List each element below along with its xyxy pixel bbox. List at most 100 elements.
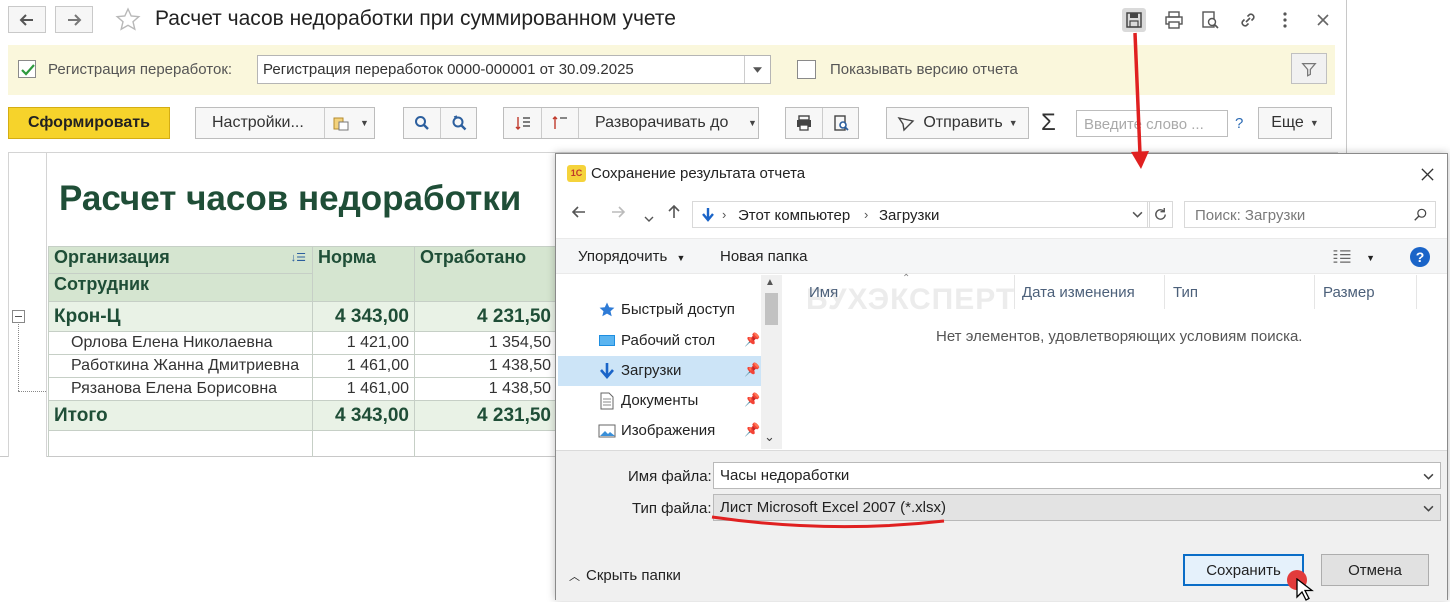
scroll-down-icon[interactable]: ⌄: [764, 429, 775, 445]
expand-to-button[interactable]: Разворачивать до: [595, 114, 728, 132]
back-button[interactable]: [8, 6, 46, 33]
close-icon: [1421, 168, 1434, 181]
column-date[interactable]: Дата изменения: [1022, 284, 1135, 301]
preview-button[interactable]: [823, 108, 859, 138]
tree-line: [18, 391, 46, 392]
file-name-input[interactable]: Часы недоработки: [713, 462, 1441, 489]
table-row[interactable]: Рязанова Елена Борисовна 1 461,00 1 438,…: [48, 377, 557, 401]
dialog-help-button[interactable]: ?: [1410, 247, 1430, 267]
address-bar[interactable]: › Этот компьютер › Загрузки: [692, 201, 1150, 228]
hide-folders-label: Скрыть папки: [586, 567, 681, 584]
chevron-down-icon[interactable]: [1132, 211, 1143, 218]
forward-button[interactable]: [55, 6, 93, 33]
list-view-icon: [1333, 250, 1351, 263]
print-icon-button[interactable]: [1162, 8, 1186, 32]
nav-item-images[interactable]: Изображения 📌: [558, 416, 761, 446]
table-row[interactable]: Работкина Жанна Дмитриевна 1 461,00 1 43…: [48, 354, 557, 378]
nav-item-desktop[interactable]: Рабочий стол 📌: [558, 326, 761, 356]
image-icon: [598, 424, 616, 438]
organize-menu[interactable]: Упорядочить ▼: [578, 248, 685, 265]
report-search-input[interactable]: Введите слово ...: [1076, 110, 1228, 137]
collapse-group-toggle[interactable]: [12, 310, 25, 323]
window-titlebar: Расчет часов недоработки при суммированн…: [0, 0, 1347, 40]
chevron-down-icon[interactable]: [1423, 505, 1434, 512]
header-org[interactable]: Организация ↓☰: [48, 246, 313, 274]
find-button[interactable]: [404, 108, 440, 138]
close-window-button[interactable]: [1311, 8, 1335, 32]
settings-button[interactable]: Настройки...: [212, 114, 304, 132]
recent-locations-button[interactable]: [644, 207, 654, 227]
up-button[interactable]: [666, 204, 682, 225]
dialog-close-button[interactable]: [1420, 162, 1435, 188]
show-version-checkbox[interactable]: [797, 60, 816, 79]
filter-button[interactable]: [1291, 53, 1327, 84]
more-button[interactable]: Еще ▼: [1258, 107, 1332, 139]
nav-item-quick-access[interactable]: Быстрый доступ: [558, 295, 761, 325]
table-row[interactable]: Орлова Елена Николаевна 1 421,00 1 354,5…: [48, 331, 557, 355]
separator: [578, 108, 579, 138]
find-next-button[interactable]: [441, 108, 477, 138]
registration-field[interactable]: Регистрация переработок 0000-000001 от 3…: [257, 55, 771, 84]
nav-item-downloads[interactable]: Загрузки 📌: [558, 356, 761, 386]
link-icon: [1241, 13, 1255, 27]
save-button[interactable]: Сохранить: [1183, 554, 1304, 586]
column-size[interactable]: Размер: [1323, 284, 1375, 301]
breadcrumb-chevron-icon: ›: [864, 207, 869, 222]
view-options-button[interactable]: ▼: [1332, 249, 1375, 268]
sort-ascending-icon: ⌃: [902, 273, 911, 284]
expand-icon: [552, 116, 567, 129]
variants-icon[interactable]: [332, 114, 350, 132]
refresh-button[interactable]: [1147, 201, 1173, 228]
group-row[interactable]: Крон-Ц 4 343,00 4 231,50: [48, 301, 557, 332]
column-separator: [1164, 275, 1165, 309]
generate-button[interactable]: Сформировать: [8, 107, 170, 139]
dialog-command-bar: Упорядочить ▼ Новая папка ▼ ?: [556, 238, 1447, 274]
more-label: Еще: [1271, 114, 1304, 131]
more-menu-button[interactable]: [1273, 8, 1297, 32]
registration-checkbox[interactable]: [18, 60, 36, 78]
dialog-search-input[interactable]: Поиск: Загрузки: [1184, 201, 1436, 228]
link-icon-button[interactable]: [1236, 8, 1260, 32]
breadcrumb-downloads[interactable]: Загрузки: [879, 207, 939, 224]
nav-item-label: Быстрый доступ: [621, 301, 735, 318]
nav-item-label: Загрузки: [621, 362, 682, 379]
navigation-pane: Быстрый доступ Рабочий стол 📌 Загрузки 📌…: [556, 275, 782, 449]
scroll-thumb[interactable]: [765, 293, 778, 325]
chevron-down-icon[interactable]: [1423, 473, 1434, 480]
empty-row: [48, 430, 557, 457]
breadcrumb-this-pc[interactable]: Этот компьютер: [738, 207, 850, 224]
file-type-select[interactable]: Лист Microsoft Excel 2007 (*.xlsx): [713, 494, 1441, 521]
save-icon-button[interactable]: [1122, 8, 1146, 32]
cancel-button[interactable]: Отмена: [1321, 554, 1429, 586]
file-name-value: Часы недоработки: [720, 467, 850, 484]
nav-item-documents[interactable]: Документы 📌: [558, 386, 761, 416]
nav-scrollbar[interactable]: ▲ ⌄: [761, 275, 782, 449]
print-button[interactable]: [786, 108, 822, 138]
column-name[interactable]: Имя: [809, 284, 838, 301]
hide-folders-button[interactable]: ︿ Скрыть папки: [569, 567, 681, 584]
back-button[interactable]: [571, 204, 587, 225]
column-type[interactable]: Тип: [1173, 284, 1198, 301]
favorite-star-icon[interactable]: [114, 6, 142, 34]
new-folder-button[interactable]: Новая папка: [720, 248, 807, 265]
sum-icon[interactable]: Σ: [1041, 109, 1056, 137]
dialog-search-placeholder: Поиск: Загрузки: [1195, 207, 1306, 224]
total-row[interactable]: Итого 4 343,00 4 231,50: [48, 400, 557, 431]
forward-button[interactable]: [610, 204, 626, 225]
group-worked: 4 231,50: [414, 301, 557, 332]
dialog-title: Сохранение результата отчета: [591, 165, 806, 182]
expand-all-button[interactable]: [542, 108, 578, 138]
variants-caret-icon[interactable]: ▼: [360, 118, 369, 128]
send-label: Отправить: [923, 114, 1003, 131]
collapse-all-button[interactable]: [504, 108, 541, 138]
send-button[interactable]: Отправить ▼: [886, 107, 1029, 139]
preview-icon-button[interactable]: [1198, 8, 1222, 32]
floppy-disk-icon: [1126, 12, 1142, 28]
file-type-value: Лист Microsoft Excel 2007 (*.xlsx): [720, 499, 946, 516]
registration-dropdown-button[interactable]: [744, 56, 770, 83]
scroll-up-icon[interactable]: ▲: [765, 277, 775, 288]
arrow-right-icon: [68, 13, 82, 26]
registration-label: Регистрация переработок:: [48, 61, 233, 78]
expand-to-caret-icon[interactable]: ▼: [748, 118, 757, 128]
search-help-link[interactable]: ?: [1235, 115, 1243, 132]
